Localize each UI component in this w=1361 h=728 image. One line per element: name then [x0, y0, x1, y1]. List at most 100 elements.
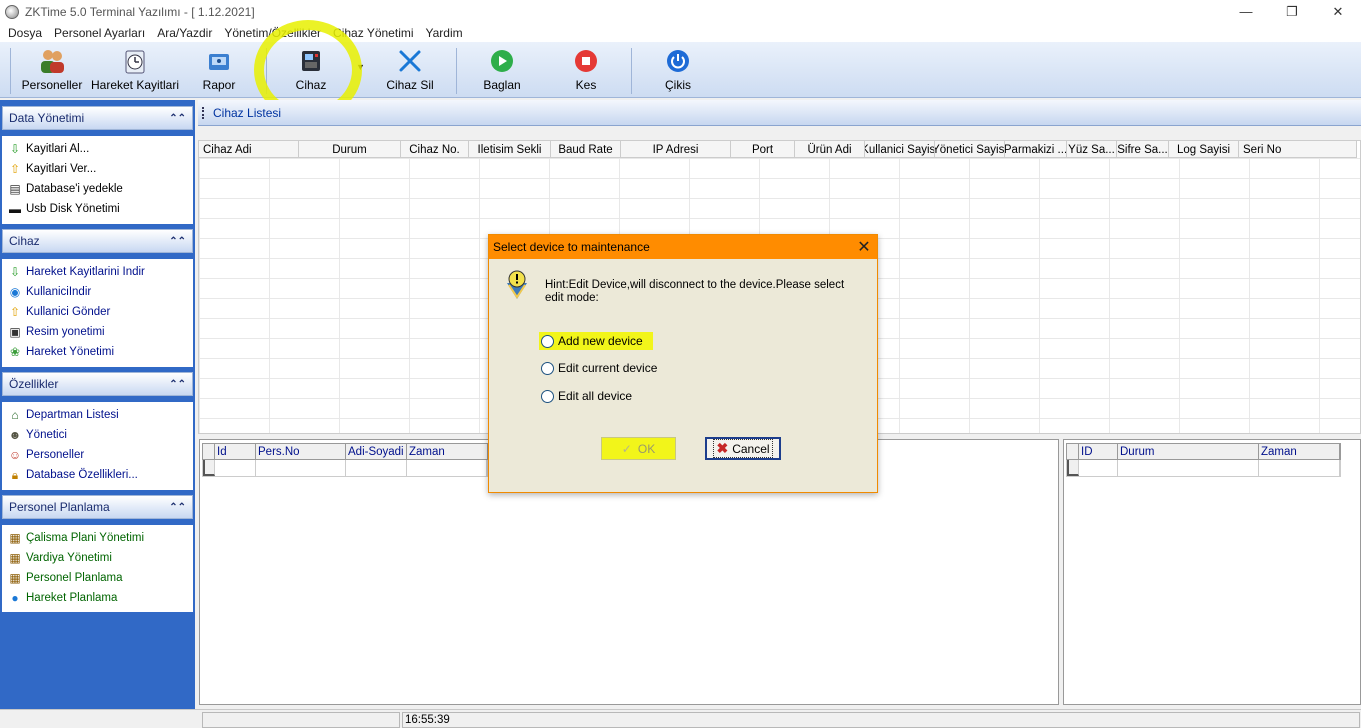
column-header[interactable]: Log Sayisi: [1169, 141, 1239, 158]
column-header[interactable]: Durum: [299, 141, 401, 158]
menu-personel-ayarlari[interactable]: Personel Ayarları: [48, 26, 151, 40]
menu-cihaz-yonetimi[interactable]: Cihaz Yönetimi: [327, 26, 419, 40]
sidebar-item-database-yedekle[interactable]: ▤ Database'i yedekle: [2, 179, 193, 199]
collapse-icon[interactable]: ⌃⌃: [169, 379, 186, 390]
column-header[interactable]: Yönetici Sayisi: [935, 141, 1005, 158]
radio-circle-icon[interactable]: [541, 361, 554, 375]
sidebar-item-calisma-plani[interactable]: ▦ Çalisma Plani Yönetimi: [2, 528, 193, 548]
rapor-button[interactable]: Rapor: [201, 48, 237, 94]
column-header[interactable]: ID: [1079, 444, 1118, 459]
table-row[interactable]: [202, 460, 488, 477]
column-header[interactable]: Cihaz Adi: [199, 141, 299, 158]
collapse-icon[interactable]: ⌃⌃: [169, 502, 186, 513]
report-icon: [205, 48, 233, 74]
sidebar-group-ozellikler[interactable]: Özellikler ⌃⌃: [2, 372, 193, 396]
collapse-icon[interactable]: ⌃⌃: [169, 236, 186, 247]
cikis-button[interactable]: Çikis: [664, 48, 692, 94]
menu-yardim[interactable]: Yardim: [420, 26, 469, 40]
group-title: Personel Planlama: [9, 500, 110, 514]
sidebar-item-label: Kayitlari Ver...: [26, 163, 97, 175]
cihaz-dropdown-arrow-icon[interactable]: ▼: [356, 62, 365, 72]
restore-button[interactable]: ❐: [1269, 0, 1315, 23]
sidebar-item-label: Vardiya Yönetimi: [26, 552, 112, 564]
column-header[interactable]: Id: [215, 444, 256, 459]
column-header[interactable]: Zaman: [1259, 444, 1340, 459]
radio-add-new-device[interactable]: Add new device: [539, 332, 653, 350]
column-header[interactable]: Parmakizi ...: [1005, 141, 1067, 158]
column-header[interactable]: IP Adresi: [621, 141, 731, 158]
sidebar-item-personeller[interactable]: ☺ Personeller: [2, 445, 193, 465]
ok-button[interactable]: ✓ OK: [601, 437, 676, 460]
radio-label: Add new device: [558, 334, 643, 348]
radio-label: Edit current device: [558, 361, 658, 375]
column-header[interactable]: Sifre Sa...: [1117, 141, 1169, 158]
app-icon: [5, 4, 19, 19]
status-bar: 16:55:39: [0, 709, 1361, 728]
minimize-button[interactable]: —: [1223, 0, 1269, 23]
radio-edit-current-device[interactable]: Edit current device: [541, 361, 657, 375]
column-header[interactable]: Zaman: [407, 444, 487, 459]
device-list-title: Cihaz Listesi: [213, 105, 282, 120]
dialog-close-icon[interactable]: ✕: [855, 237, 873, 257]
play-icon: [488, 48, 516, 74]
sidebar-item-kayitlari-ver[interactable]: ⇧ Kayitlari Ver...: [2, 159, 193, 179]
hareket-kayitlari-button[interactable]: Hareket Kayitlari: [91, 48, 179, 94]
sidebar-group-personel-planlama[interactable]: Personel Planlama ⌃⌃: [2, 495, 193, 519]
radio-edit-all-device[interactable]: Edit all device: [541, 389, 632, 403]
cihaz-button[interactable]: Cihaz: [292, 48, 330, 94]
sidebar-item-kayitlari-al[interactable]: ⇩ Kayitlari Al...: [2, 139, 193, 159]
column-header[interactable]: Cihaz No.: [401, 141, 469, 158]
kes-button[interactable]: Kes: [572, 48, 600, 94]
close-button[interactable]: ✕: [1315, 0, 1361, 23]
table-row[interactable]: [1066, 460, 1341, 477]
sidebar-group-data-yonetimi[interactable]: Data Yönetimi ⌃⌃: [2, 106, 193, 130]
sidebar-item-departman[interactable]: ⌂ Departman Listesi: [2, 405, 193, 425]
menu-ara-yazdir[interactable]: Ara/Yazdir: [151, 26, 218, 40]
sidebar-item-label: Resim yonetimi: [26, 326, 105, 338]
sidebar-item-label: Departman Listesi: [26, 409, 119, 421]
sidebar-item-hareket-indir[interactable]: ⇩ Hareket Kayitlarini Indir: [2, 262, 193, 282]
column-header[interactable]: Kullanici Sayisi: [865, 141, 935, 158]
column-header[interactable]: Port: [731, 141, 795, 158]
sidebar-item-vardiya[interactable]: ▦ Vardiya Yönetimi: [2, 548, 193, 568]
sidebar-item-label: KullaniciIndir: [26, 286, 92, 298]
column-header[interactable]: Durum: [1118, 444, 1259, 459]
sidebar-item-personel-planlama[interactable]: ▦ Personel Planlama: [2, 568, 193, 588]
sidebar-item-usb-disk[interactable]: ▬ Usb Disk Yönetimi: [2, 199, 193, 219]
column-header[interactable]: Iletisim Sekli: [469, 141, 551, 158]
lock-icon: 🔒︎: [11, 468, 19, 482]
sidebar-item-label: Database Özellikleri...: [26, 469, 138, 481]
toolbar-separator: [10, 48, 11, 94]
cancel-button[interactable]: ✖ Cancel: [705, 437, 781, 460]
collapse-icon[interactable]: ⌃⌃: [169, 113, 186, 124]
row-indicator: [203, 444, 215, 459]
sidebar-item-label: Hareket Yönetimi: [26, 346, 114, 358]
sidebar-item-kullanici-gonder[interactable]: ⇧ Kullanici Gönder: [2, 302, 193, 322]
menu-yonetim-ozellikler[interactable]: Yönetim/Özellikler: [218, 26, 327, 40]
group-title: Cihaz: [9, 234, 40, 248]
column-header[interactable]: Pers.No: [256, 444, 346, 459]
column-header[interactable]: Yüz Sa...: [1067, 141, 1117, 158]
cihaz-sil-button[interactable]: Cihaz Sil: [386, 48, 434, 94]
sidebar-item-hareket-planlama[interactable]: ● Hareket Planlama: [2, 588, 193, 608]
sidebar-item-kullanici-indir[interactable]: ◉ KullaniciIndir: [2, 282, 193, 302]
sidebar-group-cihaz[interactable]: Cihaz ⌃⌃: [2, 229, 193, 253]
radio-circle-icon[interactable]: [541, 334, 554, 348]
sidebar-item-database-ozellikleri[interactable]: 🔒︎ Database Özellikleri...: [2, 465, 193, 485]
sidebar-item-resim-yonetimi[interactable]: ▣ Resim yonetimi: [2, 322, 193, 342]
sidebar-item-hareket-yonetimi[interactable]: ❀ Hareket Yönetimi: [2, 342, 193, 362]
clock-icon: [121, 48, 149, 74]
column-header[interactable]: Seri No: [1239, 141, 1357, 158]
personeller-button[interactable]: Personeller: [22, 48, 82, 94]
sidebar-item-yonetici[interactable]: ☻ Yönetici: [2, 425, 193, 445]
radio-circle-icon[interactable]: [541, 389, 554, 403]
column-header[interactable]: Baud Rate: [551, 141, 621, 158]
column-header[interactable]: Adi-Soyadi: [346, 444, 407, 459]
column-header[interactable]: Ürün Adi: [795, 141, 865, 158]
menu-dosya[interactable]: Dosya: [2, 26, 48, 40]
status-panel: [202, 712, 400, 728]
checkmark-icon: ✓: [621, 441, 632, 456]
status-grid[interactable]: ID Durum Zaman: [1063, 439, 1361, 705]
baglan-button[interactable]: Baglan: [483, 48, 521, 94]
device-grid-header: Cihaz Adi Durum Cihaz No. Iletisim Sekli…: [199, 141, 1357, 158]
